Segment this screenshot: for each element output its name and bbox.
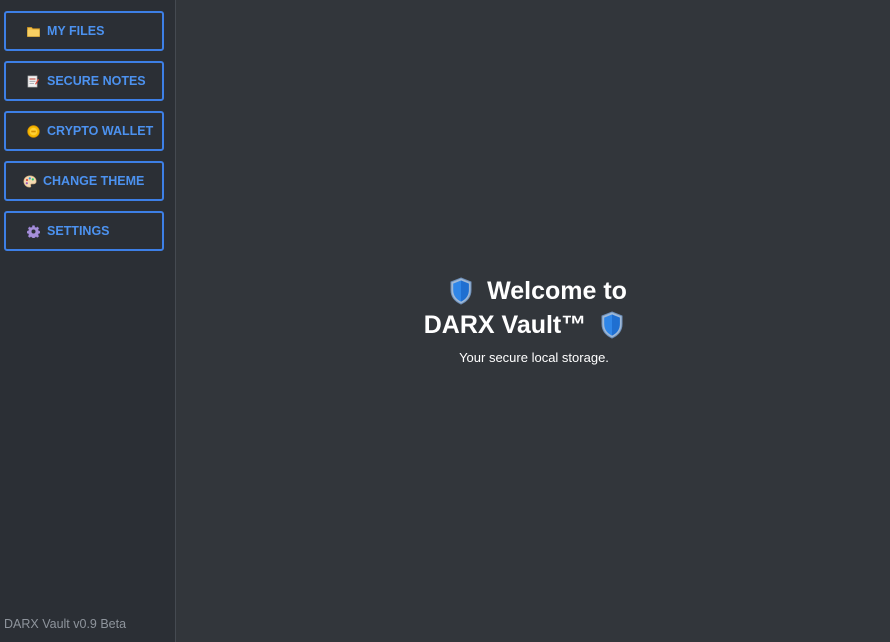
welcome-title-line2: DARX Vault™: [423, 311, 587, 339]
welcome-title-line1: Welcome to: [487, 277, 627, 305]
version-label: DARX Vault v0.9 Beta: [4, 617, 127, 631]
my-files-button[interactable]: MY FILES: [4, 11, 164, 51]
sidebar: MY FILES SECURE NOTES CRYPTO WALLET CHAN…: [0, 0, 176, 642]
shield-icon: [449, 277, 473, 305]
my-files-label: MY FILES: [47, 24, 105, 38]
change-theme-button[interactable]: CHANGE THEME: [4, 161, 164, 201]
sidebar-nav: MY FILES SECURE NOTES CRYPTO WALLET CHAN…: [0, 0, 175, 251]
palette-icon: [23, 174, 37, 188]
secure-notes-label: SECURE NOTES: [47, 74, 146, 88]
change-theme-label: CHANGE THEME: [43, 174, 145, 188]
note-icon: [26, 74, 40, 88]
app-window: MY FILES SECURE NOTES CRYPTO WALLET CHAN…: [0, 0, 890, 642]
crypto-wallet-label: CRYPTO WALLET: [47, 124, 154, 138]
crypto-wallet-button[interactable]: CRYPTO WALLET: [4, 111, 164, 151]
settings-button[interactable]: SETTINGS: [4, 211, 164, 251]
gear-icon: [26, 224, 40, 238]
welcome-title: Welcome to DARX Vault™: [424, 274, 627, 342]
secure-notes-button[interactable]: SECURE NOTES: [4, 61, 164, 101]
welcome-subtitle: Your secure local storage.: [459, 350, 609, 365]
main-content: Welcome to DARX Vault™ Your secure local…: [176, 0, 890, 642]
welcome-panel: Welcome to DARX Vault™ Your secure local…: [176, 274, 890, 365]
folder-icon: [26, 24, 40, 38]
settings-label: SETTINGS: [47, 224, 110, 238]
shield-icon: [600, 311, 624, 339]
coin-icon: [26, 124, 40, 138]
